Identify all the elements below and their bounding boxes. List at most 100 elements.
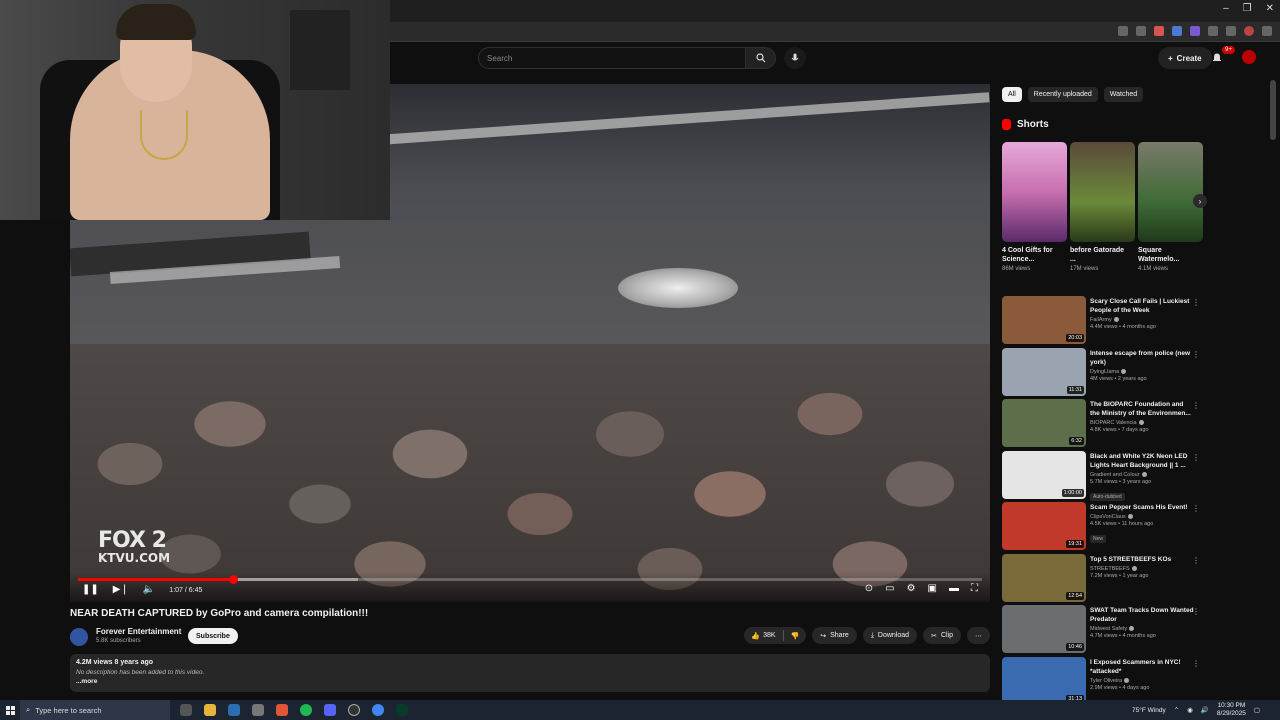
recommended-video[interactable]: 12:54 Top 5 STREETBEEFS KOs STREETBEEFS 7.2… [1002,553,1206,606]
short-title[interactable]: 4 Cool Gifts for Science... [1002,246,1057,264]
search-input[interactable] [487,53,745,63]
video-thumbnail[interactable]: 6:32 [1002,399,1086,447]
sidebar-icon[interactable] [1226,26,1236,36]
share-button[interactable]: ↪ Share [812,627,857,644]
more-vert-icon[interactable]: ⋮ [1192,350,1200,359]
volume-icon[interactable]: 🔊 [1201,706,1209,714]
video-channel[interactable]: Gradient and Colour [1090,472,1194,478]
next-icon[interactable]: ▶❘ [113,585,129,595]
recommended-video[interactable]: 20:03 Scary Close Call Fails | Luckiest P… [1002,296,1206,348]
progress-bar[interactable] [78,575,982,584]
download-button[interactable]: ⤓ Download [862,627,918,644]
video-title[interactable]: The BIOPARC Foundation and the Ministry … [1090,400,1194,418]
star-icon[interactable] [1136,26,1146,36]
clip-button[interactable]: ✂ Clip [923,627,961,644]
more-vert-icon[interactable]: ⋮ [1192,607,1200,616]
chip-watched[interactable]: Watched [1103,87,1144,102]
puzzle-icon[interactable] [1208,26,1218,36]
video-thumbnail[interactable]: 12:54 [1002,553,1086,602]
extension-icon[interactable] [1190,26,1200,36]
short-card[interactable]: before Gatorade ... 17M views [1070,142,1135,272]
create-button[interactable]: + Create [1158,47,1212,69]
chrome-icon[interactable] [372,704,384,716]
short-thumbnail[interactable] [1070,142,1135,242]
recommended-video[interactable]: 6:32 The BIOPARC Foundation and the Minis… [1002,399,1206,451]
clock[interactable]: 10:30 PM 8/29/2025 [1217,702,1246,718]
video-thumbnail[interactable]: 31:13 [1002,656,1086,705]
channel-name[interactable]: Forever Entertainment [96,627,181,636]
video-channel[interactable]: FailArmy [1090,317,1194,323]
video-channel[interactable]: ClipsVonClaus [1090,514,1194,520]
taskbar-search[interactable]: ⌕ Type here to search [20,700,170,720]
shorts-next-button[interactable]: › [1193,194,1207,208]
obs-icon[interactable] [348,704,360,716]
notification-center-icon[interactable]: ▢ [1254,706,1260,714]
more-actions-button[interactable]: ⋯ [967,627,990,644]
like-button[interactable]: 👍 38K [744,632,782,640]
video-title[interactable]: Scam Pepper Scams His Event! [1090,503,1194,512]
video-channel[interactable]: STREETBEEFS [1090,566,1194,572]
more-vert-icon[interactable]: ⋮ [1192,659,1200,668]
extension-icon[interactable] [1172,26,1182,36]
terminal-icon[interactable] [396,704,408,716]
recommended-video[interactable]: 1:00:00 Black and White Y2K Neon LED Ligh… [1002,450,1206,503]
profile-icon[interactable] [1244,26,1254,36]
video-thumbnail[interactable]: 11:31 [1002,347,1086,396]
discord-icon[interactable] [324,704,336,716]
captions-icon[interactable]: ▭ [885,584,894,594]
video-channel[interactable]: BIOPARC Valencia [1090,420,1194,426]
autoplay-toggle-icon[interactable]: ⊙ [865,584,873,594]
short-title[interactable]: Square Watermelo... [1138,246,1193,264]
steam-icon[interactable] [228,704,240,716]
start-button[interactable] [0,700,20,720]
account-avatar[interactable] [1242,50,1256,64]
more-vert-icon[interactable]: ⋮ [1192,401,1200,410]
chip-all[interactable]: All [1002,87,1022,102]
description-box[interactable]: 4.2M views 8 years ago No description ha… [70,654,990,692]
brave-icon[interactable] [276,704,288,716]
recommended-video[interactable]: 19:31 Scam Pepper Scams His Event! ClipsVo… [1002,502,1206,554]
more-vert-icon[interactable]: ⋮ [1192,453,1200,462]
settings-icon[interactable] [252,704,264,716]
miniplayer-icon[interactable]: ▣ [928,584,937,594]
menu-dots-icon[interactable] [1262,26,1272,36]
network-icon[interactable]: ◉ [1187,706,1193,714]
search-button[interactable] [746,47,776,69]
short-title[interactable]: before Gatorade ... [1070,246,1125,264]
more-vert-icon[interactable]: ⋮ [1192,298,1200,307]
minimize-button[interactable]: – [1223,3,1229,14]
volume-icon[interactable]: 🔈 [143,585,155,595]
video-thumbnail[interactable]: 20:03 [1002,296,1086,344]
video-title[interactable]: Black and White Y2K Neon LED Lights Hear… [1090,452,1194,470]
chip-recently-uploaded[interactable]: Recently uploaded [1027,87,1098,102]
fullscreen-icon[interactable]: ⛶ [971,584,978,594]
short-thumbnail[interactable] [1002,142,1067,242]
close-button[interactable]: ✕ [1266,3,1274,14]
recommended-video[interactable]: 11:31 Intense escape from police (new yor… [1002,347,1206,400]
video-channel[interactable]: Tyler Oliveira [1090,678,1194,684]
settings-gear-icon[interactable]: ⚙ [907,584,916,594]
page-scrollbar[interactable] [1270,50,1276,700]
video-thumbnail[interactable]: 19:31 [1002,502,1086,550]
show-more-link[interactable]: ...more [76,678,984,685]
video-title[interactable]: SWAT Team Tracks Down Wanted Predator [1090,606,1194,624]
maximize-button[interactable]: ❐ [1243,3,1252,14]
video-title[interactable]: Scary Close Call Fails | Luckiest People… [1090,297,1194,315]
short-card[interactable]: 4 Cool Gifts for Science... 86M views [1002,142,1067,272]
video-title[interactable]: I Exposed Scammers in NYC! *attacked* [1090,658,1194,676]
video-thumbnail[interactable]: 10:46 [1002,605,1086,653]
task-view-icon[interactable] [180,704,192,716]
scrubber-handle[interactable] [229,575,239,584]
theater-mode-icon[interactable]: ▬ [949,584,959,594]
dislike-button[interactable]: 👎 [784,632,807,640]
tray-arrow-icon[interactable]: ⌃ [1174,706,1179,714]
voice-search-button[interactable] [784,47,806,69]
recommended-video[interactable]: 10:46 SWAT Team Tracks Down Wanted Predat… [1002,605,1206,657]
more-vert-icon[interactable]: ⋮ [1192,556,1200,565]
scrollbar-thumb[interactable] [1270,80,1276,140]
more-vert-icon[interactable]: ⋮ [1192,504,1200,513]
weather-widget[interactable]: 75°F Windy [1132,707,1166,714]
spotify-icon[interactable] [300,704,312,716]
video-thumbnail[interactable]: 1:00:00 [1002,450,1086,499]
video-channel[interactable]: Midwest Safety [1090,626,1194,632]
